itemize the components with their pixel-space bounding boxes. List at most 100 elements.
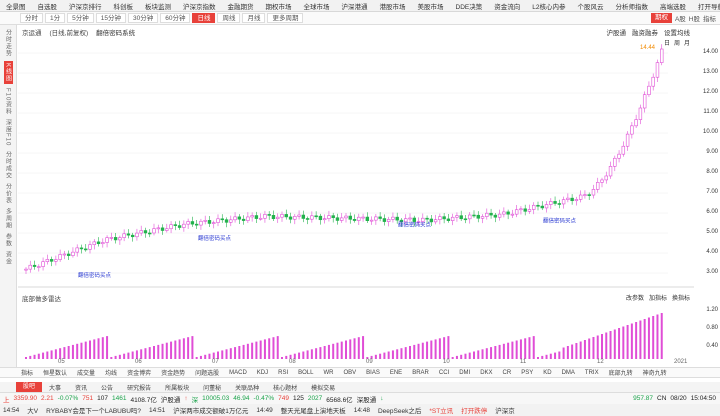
sz-index-value[interactable]: 10005.03	[202, 395, 229, 402]
news-item-2[interactable]: RYBABY会是下一个LABUBU吗?	[46, 405, 141, 415]
bottom-tab-5[interactable]: 所属板块	[158, 383, 196, 392]
indicator-tab-1[interactable]: 恒星数认	[38, 368, 72, 377]
news-item-6[interactable]: 整天光尾盘上演地天板	[281, 405, 346, 415]
chart-tool-1[interactable]: 融资融券	[632, 27, 658, 37]
indicator-name[interactable]: 翻倍密码系统	[96, 27, 135, 37]
sidebar-item-0[interactable]: 分时走势	[4, 29, 13, 57]
news-item-5[interactable]: 14:49	[256, 407, 272, 414]
news-item-11[interactable]: 沪深京	[495, 405, 515, 415]
menu-item-12[interactable]: DDE决策	[450, 1, 489, 11]
menu-item-15[interactable]: 个股风云	[571, 1, 609, 11]
sidebar-item-2[interactable]: F10资料	[4, 88, 13, 115]
hk-connect-label[interactable]: 沪股通	[161, 394, 181, 404]
menu-item-2[interactable]: 沪深京排行	[63, 1, 108, 11]
menu-item-6[interactable]: 金融期货	[222, 1, 260, 11]
menu-item-7[interactable]: 期权市场	[260, 1, 298, 11]
sub-tool-1[interactable]: 加指标	[649, 293, 667, 302]
sub-tool-0[interactable]: 改参数	[626, 293, 644, 302]
toolbar-right-item-3[interactable]: 指标	[703, 13, 716, 23]
news-item-8[interactable]: DeepSeek之后	[378, 405, 421, 415]
indicator-tab-23[interactable]: TRIX	[580, 370, 604, 376]
indicator-tab-24[interactable]: 底部九转	[604, 368, 638, 377]
period-tab-1[interactable]: 1分	[45, 13, 66, 23]
adjust-mode[interactable]: (日线,前复权)	[50, 27, 89, 37]
toolbar-right-item-2[interactable]: H股	[689, 13, 700, 23]
sidebar-item-3[interactable]: 深度F10	[4, 119, 13, 146]
sidebar-item-1[interactable]: K线图	[3, 61, 13, 85]
bottom-tab-6[interactable]: 问董秘	[196, 383, 228, 392]
indicator-tab-2[interactable]: 成交量	[72, 368, 100, 377]
indicator-tab-20[interactable]: PSY	[516, 370, 538, 376]
chart-tool-0[interactable]: 沪股通	[607, 27, 627, 37]
period-tab-5[interactable]: 60分钟	[160, 13, 191, 23]
indicator-tab-15[interactable]: BRAR	[407, 370, 434, 376]
menu-item-5[interactable]: 沪深京指数	[177, 1, 222, 11]
menu-item-3[interactable]: 科创板	[108, 1, 140, 11]
bottom-tab-8[interactable]: 核心题材	[266, 383, 304, 392]
kline-chart[interactable]: 14.44翻倍密码买点翻倍密码买点翻倍密码买点翻倍密码买点05 06 07 08 09 1…	[18, 25, 694, 365]
bottom-tab-2[interactable]: 资讯	[68, 383, 94, 392]
indicator-tab-22[interactable]: DMA	[557, 370, 580, 376]
menu-item-8[interactable]: 全球市场	[298, 1, 336, 11]
indicator-tab-18[interactable]: DKX	[475, 370, 497, 376]
toolbar-right-item-1[interactable]: A股	[675, 13, 686, 23]
bottom-tab-0[interactable]: 股吧	[16, 382, 43, 392]
menu-item-0[interactable]: 全景图	[0, 1, 32, 11]
indicator-tab-7[interactable]: MACD	[224, 370, 252, 376]
sub-indicator-name[interactable]: 底部做多雷达	[22, 293, 61, 303]
sidebar-item-8[interactable]: 资金	[4, 251, 13, 265]
indicator-tab-13[interactable]: BIAS	[361, 370, 385, 376]
sh-index-value[interactable]: 3359.90	[14, 395, 38, 402]
news-item-7[interactable]: 14:48	[354, 407, 370, 414]
menu-item-4[interactable]: 板块监测	[139, 1, 177, 11]
menu-item-11[interactable]: 美股市场	[412, 1, 450, 11]
bottom-tab-9[interactable]: 模拟交易	[304, 383, 342, 392]
menu-item-9[interactable]: 沪深港通	[336, 1, 374, 11]
indicator-tab-0[interactable]: 指标	[16, 368, 38, 377]
sidebar-item-6[interactable]: 多周期	[4, 208, 13, 229]
chart-period-2[interactable]: 月	[684, 38, 690, 47]
news-ticker[interactable]: 14:54 大V RYBABY会是下一个LABUBU吗? 14:51 沪深两市成交额破1…	[0, 404, 720, 416]
menu-item-14[interactable]: L2核心内参	[526, 1, 571, 11]
sidebar-item-5[interactable]: 分价表	[4, 183, 13, 204]
news-item-1[interactable]: 大V	[27, 405, 38, 415]
indicator-tab-19[interactable]: CR	[498, 370, 517, 376]
sub-tool-2[interactable]: 换指标	[672, 293, 690, 302]
news-item-4[interactable]: 沪深两市成交额破1万亿元	[173, 405, 248, 415]
menu-item-13[interactable]: 资金流向	[488, 1, 526, 11]
open-nav-button[interactable]: 打开导航	[692, 1, 720, 11]
indicator-tab-21[interactable]: KD	[538, 370, 556, 376]
sidebar-item-7[interactable]: 参数	[4, 233, 13, 247]
indicator-tab-12[interactable]: OBV	[338, 370, 361, 376]
bottom-tab-4[interactable]: 研究报告	[120, 383, 158, 392]
period-tab-4[interactable]: 30分钟	[127, 13, 159, 23]
toolbar-right-item-0[interactable]: 期权	[650, 13, 672, 23]
indicator-tab-17[interactable]: DMI	[454, 370, 475, 376]
chart-period-1[interactable]: 周	[674, 38, 680, 47]
news-item-3[interactable]: 14:51	[149, 407, 165, 414]
indicator-tab-25[interactable]: 神奇九转	[638, 368, 672, 377]
indicator-tab-10[interactable]: BOLL	[293, 370, 318, 376]
period-tab-3[interactable]: 15分钟	[95, 13, 126, 23]
bottom-tab-3[interactable]: 公告	[94, 383, 120, 392]
indicator-tab-6[interactable]: 问题选股	[190, 368, 224, 377]
period-tab-9[interactable]: 更多周期	[267, 13, 304, 23]
period-tab-0[interactable]: 分时	[20, 13, 43, 23]
period-tab-6[interactable]: 日线	[192, 13, 216, 23]
sidebar-item-4[interactable]: 分时成交	[4, 151, 13, 179]
news-item-10[interactable]: 打开跌停	[461, 405, 487, 415]
chart-tool-2[interactable]: 设置均线	[664, 27, 690, 37]
indicator-tab-5[interactable]: 资金趋势	[156, 368, 190, 377]
indicator-tab-9[interactable]: RSI	[273, 370, 293, 376]
indicator-tab-8[interactable]: KDJ	[252, 370, 273, 376]
indicator-tab-3[interactable]: 均线	[100, 368, 122, 377]
period-tab-7[interactable]: 周线	[217, 13, 241, 23]
bottom-tab-1[interactable]: 大事	[42, 383, 68, 392]
news-item-0[interactable]: 14:54	[3, 407, 19, 414]
kline-chart-area[interactable]: 14.44 翻倍密码买点 翻倍密码买点 翻倍密码买点 翻倍密码买点 05 06 07 08 09 1…	[18, 25, 694, 365]
indicator-tab-11[interactable]: WR	[318, 370, 338, 376]
bottom-tab-7[interactable]: 关联品种	[228, 383, 266, 392]
indicator-tab-16[interactable]: CCI	[434, 370, 454, 376]
indicator-tab-4[interactable]: 资金博弈	[122, 368, 156, 377]
period-tab-8[interactable]: 月线	[242, 13, 266, 23]
